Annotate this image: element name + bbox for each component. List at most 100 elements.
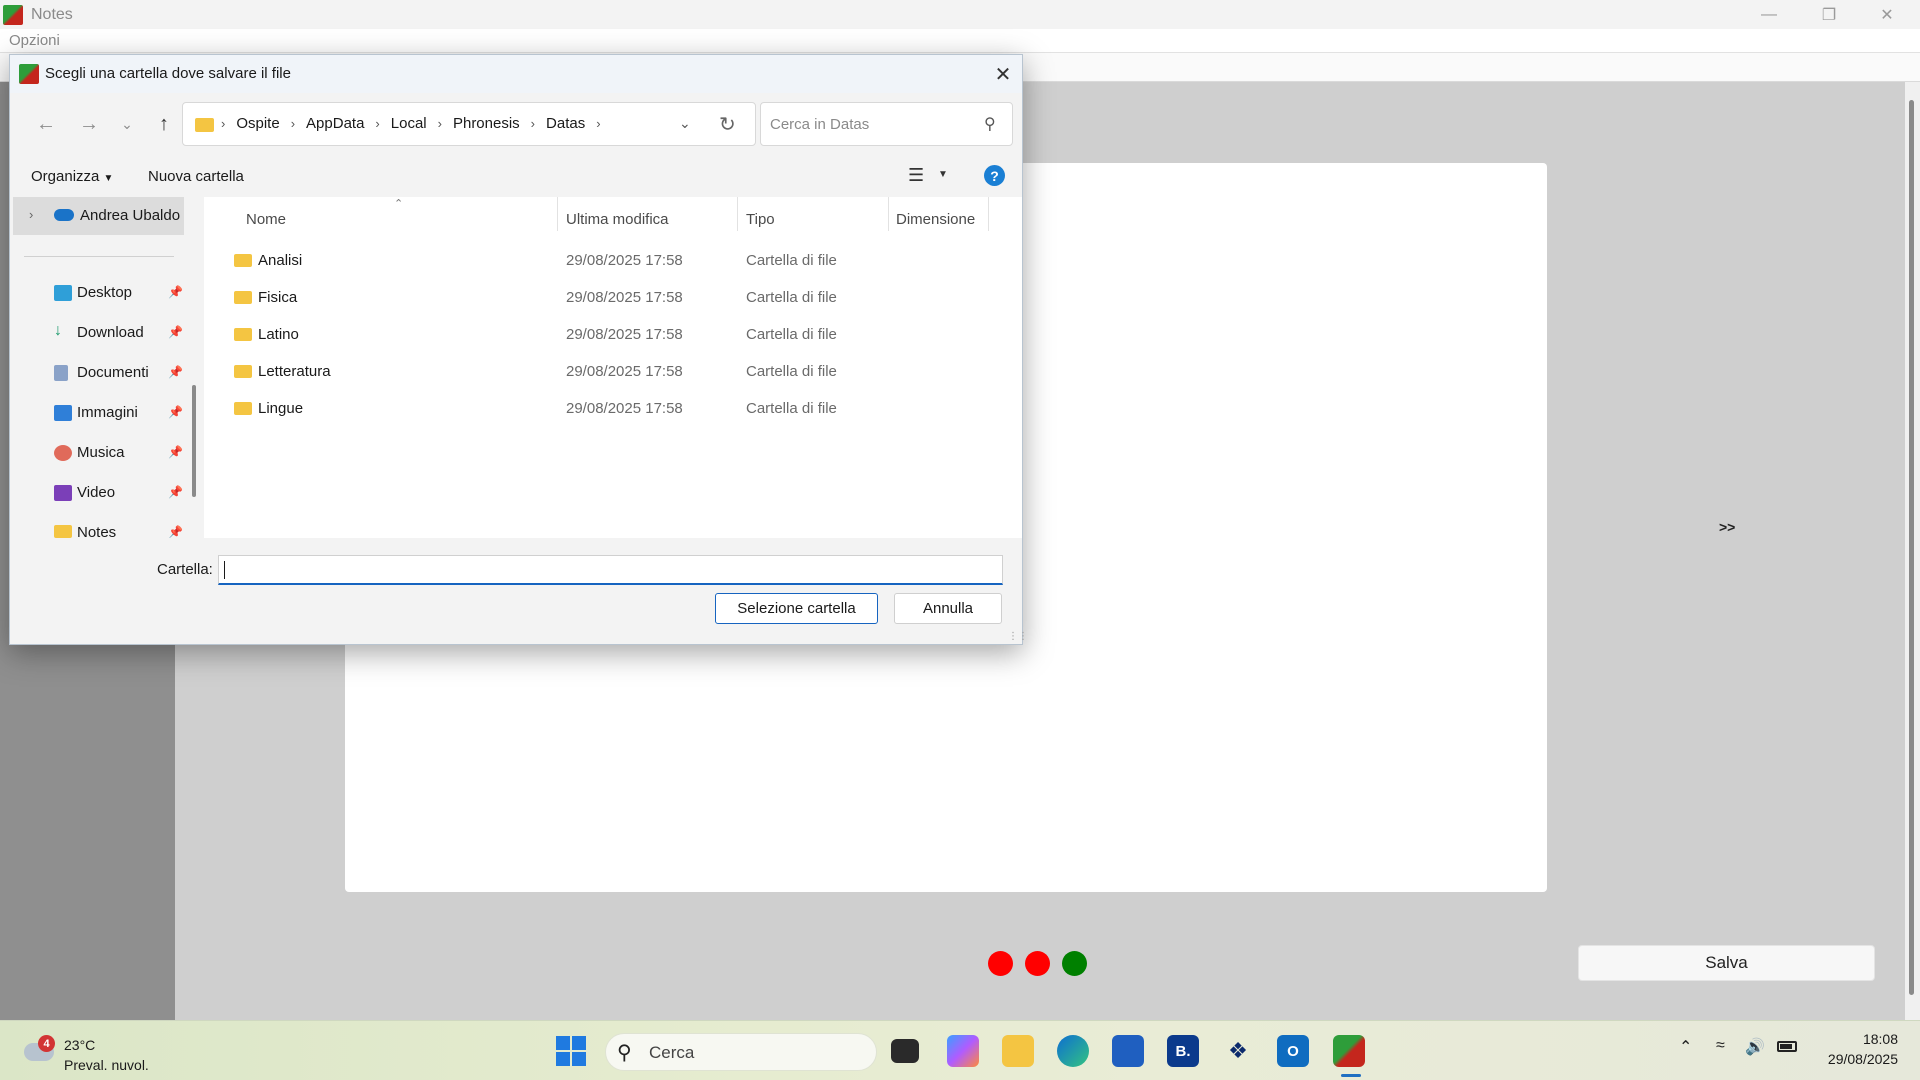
nav-scrollbar-thumb[interactable] [192,385,196,497]
breadcrumb-item[interactable]: Ospite [236,115,279,132]
copilot-icon[interactable] [947,1035,979,1067]
file-name: Analisi [258,252,303,269]
column-divider[interactable] [557,197,558,231]
booking-icon[interactable]: B. [1167,1035,1199,1067]
edge-icon[interactable] [1057,1035,1089,1067]
clock-time[interactable]: 18:08 [1848,1031,1898,1047]
file-row[interactable]: Lingue 29/08/2025 17:58 Cartella di file [204,390,1022,427]
sidebar-item-notes[interactable]: Notes 📌 [10,513,190,538]
folder-icon [195,118,214,132]
file-explorer-icon[interactable] [1002,1035,1034,1067]
breadcrumb-item[interactable]: Local [391,115,427,132]
caret-down-icon[interactable]: ▼ [938,169,948,180]
column-header-size[interactable]: Dimensione [896,211,975,228]
forward-arrow-icon[interactable]: → [73,108,105,140]
column-header-name[interactable]: Nome [246,211,286,228]
sidebar-item-label: Musica [77,444,125,461]
search-icon: ⚲ [617,1042,632,1064]
restore-button[interactable]: ❐ [1800,0,1858,29]
taskbar: 4 23°C Preval. nuvol. ⚲ Cerca B. ❖ O ⌃ ≈… [0,1020,1920,1080]
file-row[interactable]: Latino 29/08/2025 17:58 Cartella di file [204,316,1022,353]
chevron-right-icon[interactable]: › [375,116,379,131]
sidebar-item-immagini[interactable]: Immagini 📌 [10,393,190,433]
documents-icon [54,365,68,381]
file-modified: 29/08/2025 17:58 [566,252,683,269]
column-divider[interactable] [737,197,738,231]
minimize-button[interactable]: — [1740,0,1798,29]
clock-date[interactable]: 29/08/2025 [1815,1051,1898,1067]
recent-locations-chevron-icon[interactable]: ⌄ [111,108,143,140]
dialog-titlebar: Scegli una cartella dove salvare il file… [10,55,1022,93]
notification-badge: 4 [38,1035,55,1052]
color-dot-2[interactable] [1025,951,1050,976]
folder-icon [234,402,252,415]
close-window-button[interactable]: ✕ [1858,0,1916,29]
select-folder-button[interactable]: Selezione cartella [715,593,878,624]
help-icon[interactable]: ? [984,165,1005,186]
file-row[interactable]: Analisi 29/08/2025 17:58 Cartella di fil… [204,242,1022,279]
menu-opzioni[interactable]: Opzioni [9,32,60,49]
breadcrumb-item[interactable]: Phronesis [453,115,520,132]
download-icon: ↓ [54,322,62,339]
volume-icon[interactable]: 🔊 [1745,1037,1765,1057]
chevron-up-icon[interactable]: ⌃ [1679,1037,1692,1057]
wifi-icon[interactable]: ≈ [1716,1037,1725,1055]
color-dot-3[interactable] [1062,951,1087,976]
close-icon[interactable]: ✕ [990,61,1016,87]
sidebar-item-label: Notes [77,524,117,538]
dropbox-icon[interactable]: ❖ [1222,1035,1254,1067]
sidebar-item-musica[interactable]: Musica 📌 [10,433,190,473]
folder-input[interactable] [218,555,1003,585]
task-view-icon[interactable] [891,1039,919,1063]
resize-grip-icon[interactable]: ⋮⋮ [1008,631,1028,642]
column-header-modified[interactable]: Ultima modifica [566,211,669,228]
column-divider[interactable] [888,197,889,231]
breadcrumb-item[interactable]: AppData [306,115,364,132]
chevron-right-icon[interactable]: › [596,116,600,131]
active-app-indicator [1341,1074,1361,1077]
search-icon[interactable]: ⚲ [984,114,996,134]
address-bar[interactable]: › Ospite › AppData › Local › Phronesis ›… [182,102,756,146]
new-folder-button[interactable]: Nuova cartella [148,168,244,185]
taskbar-search[interactable]: ⚲ Cerca [605,1033,877,1071]
sort-ascending-icon: ⌃ [394,198,404,210]
windows-start-icon[interactable] [556,1036,586,1066]
chevron-right-icon: › [221,116,226,131]
sidebar-item-onedrive[interactable]: › Andrea Ubaldo [13,197,184,235]
store-icon[interactable] [1112,1035,1144,1067]
outlook-icon[interactable]: O [1277,1035,1309,1067]
sidebar-item-desktop[interactable]: Desktop 📌 [10,273,190,313]
search-input[interactable]: Cerca in Datas ⚲ [760,102,1013,146]
column-header-type[interactable]: Tipo [746,211,775,228]
battery-icon[interactable] [1777,1041,1797,1052]
sidebar-item-documenti[interactable]: Documenti 📌 [10,353,190,393]
sidebar-item-video[interactable]: Video 📌 [10,473,190,513]
file-type: Cartella di file [746,363,837,380]
breadcrumb-item[interactable]: Datas [546,115,585,132]
column-divider[interactable] [988,197,989,231]
app-title: Notes [31,5,73,23]
chevron-down-icon[interactable]: ⌄ [679,115,691,132]
weather-widget[interactable]: 4 23°C Preval. nuvol. [22,1029,172,1073]
file-modified: 29/08/2025 17:58 [566,363,683,380]
chevron-right-icon[interactable]: › [438,116,442,131]
file-row[interactable]: Letteratura 29/08/2025 17:58 Cartella di… [204,353,1022,390]
next-button[interactable]: >> [1719,519,1735,535]
chevron-right-icon[interactable]: › [29,207,33,222]
notes-app-icon[interactable] [1333,1035,1365,1067]
sidebar-item-label: Immagini [77,404,138,421]
cancel-button[interactable]: Annulla [894,593,1002,624]
chevron-right-icon[interactable]: › [531,116,535,131]
refresh-icon[interactable]: ↻ [719,112,736,137]
save-button[interactable]: Salva [1578,945,1875,981]
chevron-right-icon[interactable]: › [291,116,295,131]
file-modified: 29/08/2025 17:58 [566,326,683,343]
back-arrow-icon[interactable]: ← [30,108,62,140]
up-arrow-icon[interactable]: ↑ [148,108,180,140]
scrollbar-thumb[interactable] [1909,100,1914,995]
sidebar-item-download[interactable]: ↓ Download 📌 [10,313,190,353]
color-dot-1[interactable] [988,951,1013,976]
view-options-icon[interactable]: ☰ [908,165,924,186]
organize-button[interactable]: Organizza ▼ [31,168,113,185]
file-row[interactable]: Fisica 29/08/2025 17:58 Cartella di file [204,279,1022,316]
